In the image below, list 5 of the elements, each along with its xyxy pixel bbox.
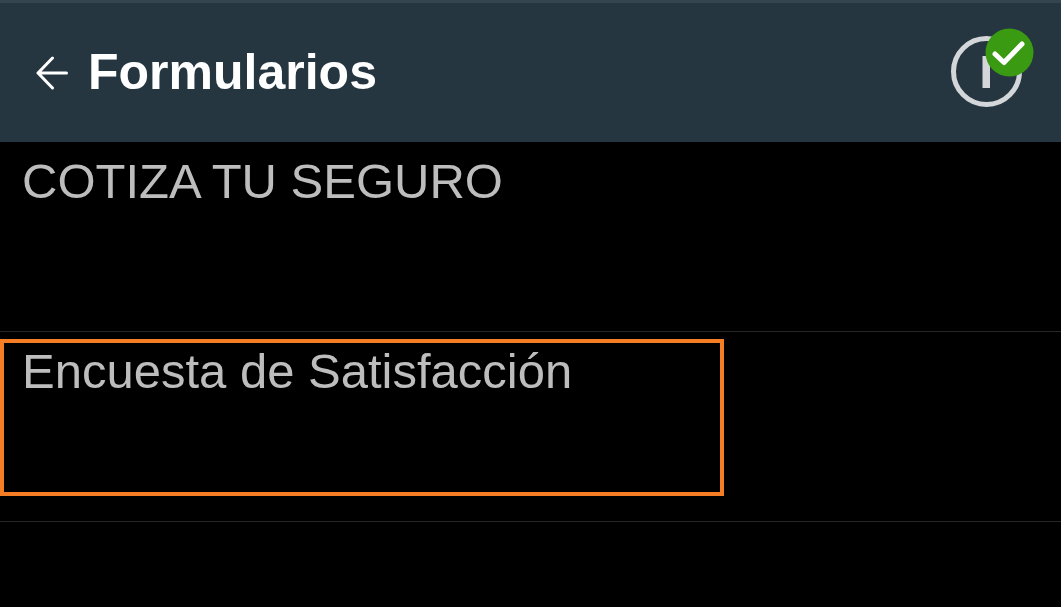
screen-title: Formularios — [88, 43, 377, 102]
back-button[interactable] — [36, 55, 68, 90]
info-check-icon[interactable] — [950, 28, 1034, 108]
back-arrow-icon — [36, 55, 68, 90]
form-list-item[interactable]: Encuesta de Satisfacción — [0, 339, 724, 496]
